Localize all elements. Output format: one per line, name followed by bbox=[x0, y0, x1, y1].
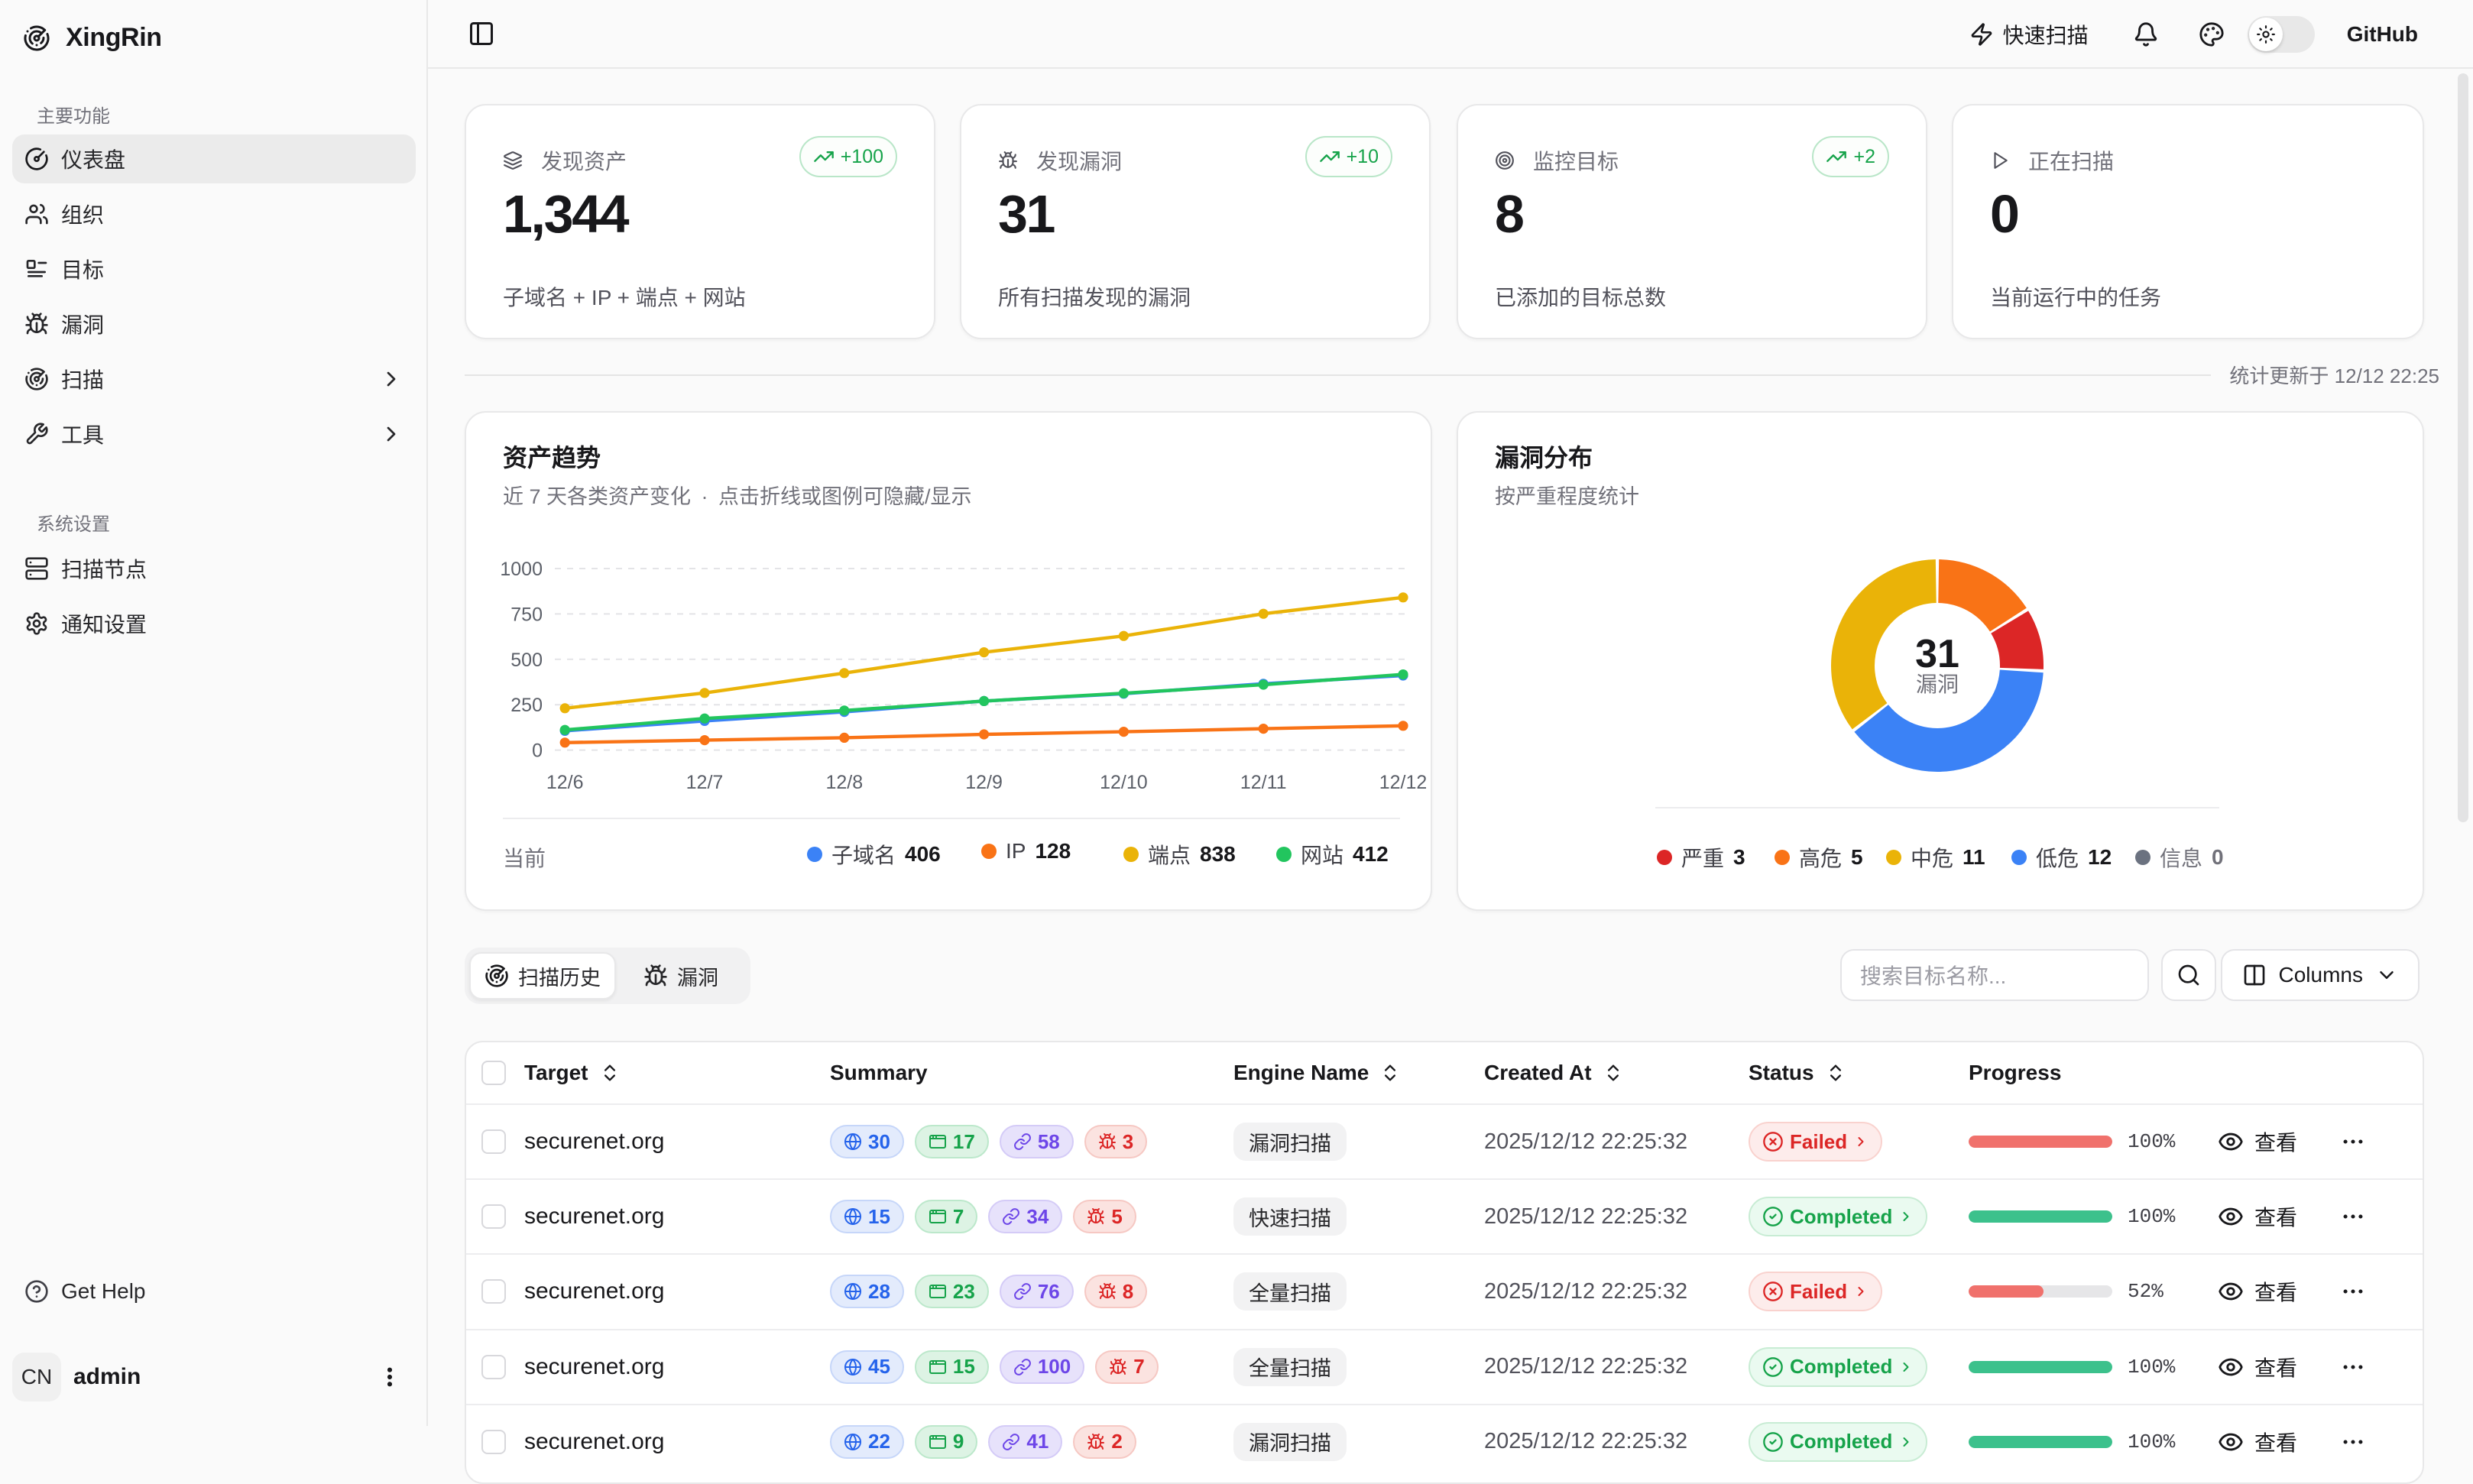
svg-text:12/7: 12/7 bbox=[686, 772, 724, 793]
svg-text:12/6: 12/6 bbox=[546, 772, 584, 793]
svg-text:12/11: 12/11 bbox=[1240, 772, 1287, 793]
svg-text:12/9: 12/9 bbox=[965, 772, 1003, 793]
svg-text:1000: 1000 bbox=[500, 559, 543, 580]
svg-text:750: 750 bbox=[510, 604, 543, 625]
svg-text:12/10: 12/10 bbox=[1100, 772, 1148, 793]
svg-text:漏洞: 漏洞 bbox=[1916, 672, 1959, 696]
svg-text:500: 500 bbox=[510, 650, 543, 671]
svg-text:12/8: 12/8 bbox=[825, 772, 863, 793]
svg-text:31: 31 bbox=[1915, 632, 1959, 676]
svg-text:250: 250 bbox=[510, 695, 543, 716]
svg-text:0: 0 bbox=[532, 740, 543, 762]
svg-text:12/12: 12/12 bbox=[1379, 772, 1428, 793]
